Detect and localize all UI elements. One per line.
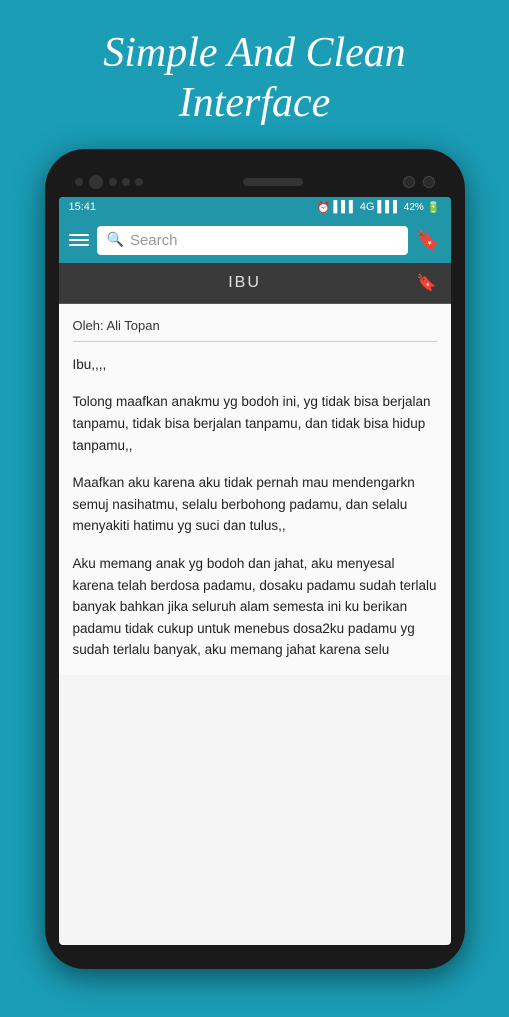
search-placeholder: Search bbox=[130, 232, 178, 249]
battery-icon: 🔋 bbox=[427, 201, 441, 214]
alarm-icon: ⏰ bbox=[317, 201, 331, 214]
sensors bbox=[403, 176, 435, 188]
poem-para-1: Tolong maafkan anakmu yg bodoh ini, yg t… bbox=[73, 391, 437, 456]
status-time: 15:41 bbox=[69, 201, 97, 213]
poem-title: IBU bbox=[73, 274, 417, 292]
header-section: Simple And Clean Interface bbox=[0, 0, 509, 149]
dot-1 bbox=[75, 178, 83, 186]
dot-2 bbox=[109, 178, 117, 186]
hamburger-line-3 bbox=[69, 244, 89, 246]
dot-3 bbox=[122, 178, 130, 186]
poem-para-3: Aku memang anak yg bodoh dan jahat, aku … bbox=[73, 553, 437, 661]
speaker bbox=[243, 178, 303, 186]
status-icons-group: ⏰ ▌▌▌ 4G ▌▌▌ 42% 🔋 bbox=[317, 201, 441, 214]
signal-icon: ▌▌▌ bbox=[333, 201, 356, 213]
app-title: Simple And Clean Interface bbox=[103, 30, 406, 126]
phone-screen: 15:41 ⏰ ▌▌▌ 4G ▌▌▌ 42% 🔋 🔍 Search 🔖 bbox=[59, 197, 451, 945]
dot-row bbox=[109, 178, 143, 186]
app-toolbar: 🔍 Search 🔖 bbox=[59, 218, 451, 263]
camera-lens bbox=[89, 175, 103, 189]
hamburger-line-2 bbox=[69, 239, 89, 241]
battery-text: 42% bbox=[404, 202, 424, 213]
poem-content: Oleh: Ali Topan Ibu,,,, Tolong maafkan a… bbox=[59, 304, 451, 675]
status-bar: 15:41 ⏰ ▌▌▌ 4G ▌▌▌ 42% 🔋 bbox=[59, 197, 451, 218]
poem-text: Ibu,,,, Tolong maafkan anakmu yg bodoh i… bbox=[73, 354, 437, 661]
wifi-icon: ▌▌▌ bbox=[377, 201, 400, 213]
search-box[interactable]: 🔍 Search bbox=[97, 226, 408, 255]
sensor-2 bbox=[423, 176, 435, 188]
content-area: IBU 🔖 Oleh: Ali Topan Ibu,,,, Tolong maa… bbox=[59, 263, 451, 675]
poem-card-header: IBU 🔖 bbox=[59, 263, 451, 304]
camera-dots bbox=[75, 175, 143, 189]
network-icon: 4G bbox=[360, 201, 375, 213]
hamburger-line-1 bbox=[69, 234, 89, 236]
search-icon: 🔍 bbox=[107, 232, 124, 249]
author-line: Oleh: Ali Topan bbox=[73, 318, 437, 342]
dot-4 bbox=[135, 178, 143, 186]
toolbar-bookmark-icon[interactable]: 🔖 bbox=[416, 228, 441, 253]
hamburger-button[interactable] bbox=[69, 234, 89, 246]
phone-top-bar bbox=[59, 167, 451, 197]
poem-para-2: Maafkan aku karena aku tidak pernah mau … bbox=[73, 472, 437, 537]
poem-bookmark-icon[interactable]: 🔖 bbox=[417, 273, 437, 293]
poem-para-0: Ibu,,,, bbox=[73, 354, 437, 376]
phone-container: 15:41 ⏰ ▌▌▌ 4G ▌▌▌ 42% 🔋 🔍 Search 🔖 bbox=[45, 149, 465, 969]
sensor-1 bbox=[403, 176, 415, 188]
